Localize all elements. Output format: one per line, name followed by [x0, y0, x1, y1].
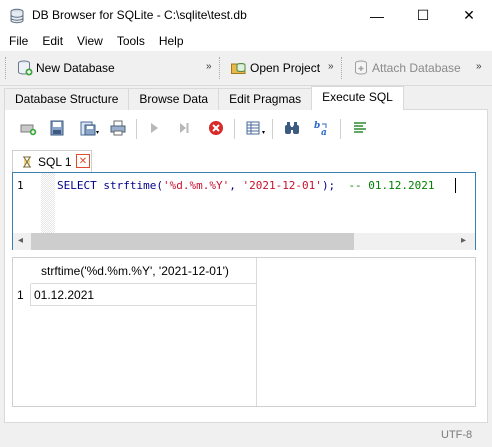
encoding-label: UTF-8: [441, 429, 473, 441]
sql-comment: -- 01.12.2021: [348, 179, 435, 192]
open-sql-file-button[interactable]: [45, 116, 69, 140]
toolbar-overflow-chevron[interactable]: »: [476, 61, 481, 72]
toolbar-grip[interactable]: [219, 57, 222, 79]
find-replace-button[interactable]: b a: [310, 116, 334, 140]
toolbar-grip[interactable]: [5, 57, 8, 79]
sql-string: '2021-12-01': [242, 179, 322, 192]
menu-tools[interactable]: Tools: [110, 31, 152, 51]
print-button[interactable]: [106, 116, 130, 140]
hourglass-icon: [23, 156, 31, 167]
sql-editor-tab[interactable]: SQL 1 ✕: [12, 150, 92, 172]
menu-edit[interactable]: Edit: [35, 31, 70, 51]
main-toolbar: New Database » Open Project » Attach Dat…: [0, 51, 492, 86]
new-database-label: New Database: [36, 61, 115, 75]
maximize-button[interactable]: ☐: [400, 0, 446, 31]
comment-icon: [354, 122, 366, 133]
row-header[interactable]: 1: [13, 284, 31, 306]
save-results-icon: [246, 121, 260, 135]
toolbar-separator: [136, 119, 137, 139]
text-caret: [455, 178, 456, 193]
execute-all-button[interactable]: [142, 116, 166, 140]
toolbar-grip[interactable]: [341, 57, 344, 79]
save-icon: [50, 120, 64, 136]
execute-current-line-button[interactable]: [172, 116, 196, 140]
grid-empty-area: [31, 306, 257, 406]
result-cell[interactable]: 01.12.2021: [31, 284, 257, 306]
save-sql-icon: [80, 121, 96, 136]
scroll-left-icon[interactable]: ◂: [18, 235, 23, 246]
menu-bar: File Edit View Tools Help: [0, 31, 492, 51]
step-icon: [180, 123, 189, 133]
find-replace-icon: b a: [314, 121, 327, 137]
stop-icon: [209, 121, 223, 135]
toolbar-separator: [340, 119, 341, 139]
toolbar-separator: [234, 119, 235, 139]
open-project-button[interactable]: Open Project: [226, 55, 320, 81]
line-number: 1: [17, 179, 24, 192]
tab-execute-sql[interactable]: Execute SQL: [311, 86, 404, 110]
sql-editor-tab-label: SQL 1: [38, 154, 72, 169]
dropdown-arrow-icon: ▾: [262, 130, 266, 136]
attach-database-icon: [355, 60, 367, 75]
scroll-right-icon[interactable]: ▸: [461, 235, 466, 246]
sql-editor[interactable]: 1 SELECT strftime('%d.%m.%Y', '2021-12-0…: [12, 172, 476, 250]
toolbar-separator: [272, 119, 273, 139]
toolbar-overflow-chevron[interactable]: »: [206, 61, 211, 72]
attach-database-label: Attach Database: [372, 61, 461, 75]
title-bar: DB Browser for SQLite - C:\sqlite\test.d…: [0, 0, 492, 31]
play-icon: [151, 123, 158, 133]
print-icon: [110, 120, 126, 136]
menu-file[interactable]: File: [2, 31, 35, 51]
attach-database-button[interactable]: Attach Database: [348, 55, 461, 81]
sql-punctuation: );: [321, 179, 349, 192]
open-project-icon: [231, 63, 246, 74]
find-icon: [285, 122, 299, 134]
scrollbar-thumb[interactable]: [31, 233, 354, 250]
svg-text:a: a: [321, 128, 327, 137]
menu-help[interactable]: Help: [152, 31, 191, 51]
new-database-button[interactable]: New Database: [12, 55, 115, 81]
open-tab-button[interactable]: [16, 116, 40, 140]
tab-edit-pragmas[interactable]: Edit Pragmas: [218, 88, 313, 110]
app-icon: [10, 8, 24, 24]
new-database-icon: [18, 60, 33, 76]
menu-view[interactable]: View: [70, 31, 110, 51]
save-sql-file-button[interactable]: ▾: [76, 116, 100, 140]
open-project-label: Open Project: [250, 61, 321, 75]
grid-corner[interactable]: [13, 258, 31, 284]
svg-text:b: b: [314, 121, 320, 131]
save-results-button[interactable]: ▾: [242, 116, 266, 140]
tab-database-structure[interactable]: Database Structure: [4, 88, 130, 110]
sql-separator: ,: [229, 179, 243, 192]
fold-margin: [41, 173, 55, 233]
close-tab-icon[interactable]: ✕: [76, 154, 90, 168]
sql-string: '%d.%m.%Y': [162, 179, 230, 192]
dropdown-arrow-icon: ▾: [96, 130, 100, 136]
status-bar: UTF-8: [0, 425, 492, 447]
minimize-button[interactable]: —: [354, 0, 400, 31]
toolbar-overflow-chevron[interactable]: »: [328, 61, 333, 72]
close-button[interactable]: ✕: [446, 0, 492, 31]
sql-keyword: SELECT strftime(: [57, 179, 163, 192]
column-header[interactable]: strftime('%d.%m.%Y', '2021-12-01'): [31, 258, 257, 284]
open-tab-icon: [20, 124, 37, 136]
editor-horizontal-scrollbar[interactable]: ◂ ▸: [13, 233, 475, 250]
comment-lines-button[interactable]: [348, 116, 372, 140]
sql-code-line[interactable]: SELECT strftime('%d.%m.%Y', '2021-12-01'…: [57, 179, 435, 192]
stop-execution-button[interactable]: [204, 116, 228, 140]
main-tabs: Database Structure Browse Data Edit Prag…: [4, 86, 404, 110]
line-number-gutter: 1: [13, 173, 41, 233]
tab-browse-data[interactable]: Browse Data: [128, 88, 220, 110]
find-text-button[interactable]: [280, 116, 304, 140]
window-title: DB Browser for SQLite - C:\sqlite\test.d…: [32, 8, 247, 22]
results-grid: strftime('%d.%m.%Y', '2021-12-01') 1 01.…: [12, 257, 476, 407]
